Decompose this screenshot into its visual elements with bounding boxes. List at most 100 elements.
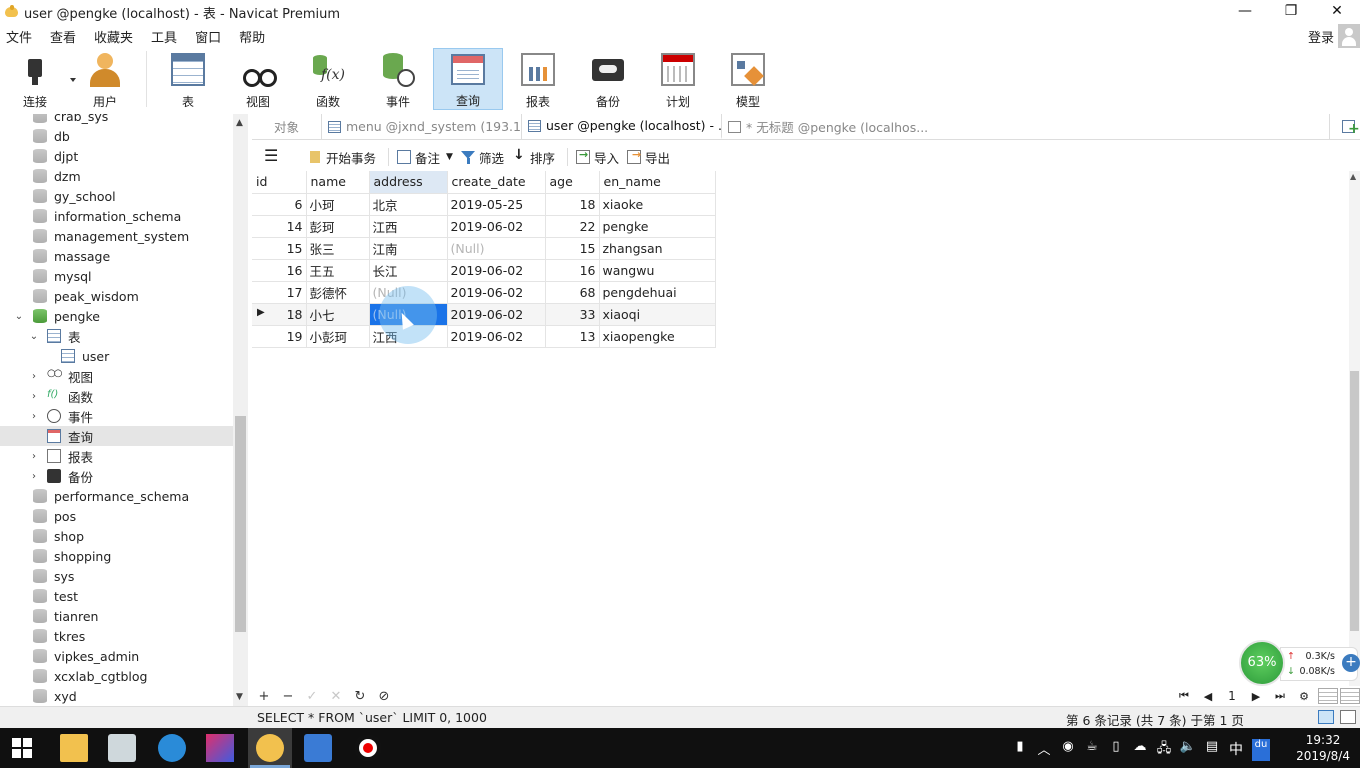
table-row[interactable]: 16 王五 长江 2019-06-02 16 wangwu [252, 259, 716, 282]
cell-age[interactable]: 15 [545, 237, 600, 260]
tree-db-xcxlab-cgtblog[interactable]: xcxlab_cgtblog [0, 666, 248, 686]
accelerate-plus-icon[interactable]: + [1342, 654, 1360, 672]
tree-node-tables[interactable]: ⌄ 表 [0, 326, 248, 346]
chevron-right-icon[interactable]: › [29, 451, 39, 462]
cell-en-name[interactable]: xiaoke [599, 193, 716, 216]
toolbar-view-button[interactable]: 视图 [223, 48, 293, 110]
toolbar-user-button[interactable]: 用户 [70, 48, 140, 110]
cell-en-name[interactable]: pengke [599, 215, 716, 238]
minimize-button[interactable]: — [1222, 0, 1268, 24]
cloud-icon[interactable]: ☁ [1128, 739, 1152, 761]
scroll-down-icon[interactable]: ▼ [236, 692, 243, 702]
first-page-icon[interactable]: ⏮ [1172, 689, 1196, 703]
tree-db-xyd[interactable]: xyd [0, 686, 248, 706]
chevron-right-icon[interactable]: › [29, 391, 39, 402]
cell-age[interactable]: 16 [545, 259, 600, 282]
scroll-up-icon[interactable]: ▲ [1350, 172, 1356, 181]
table-row[interactable]: 15 张三 江南 (Null) 15 zhangsan [252, 237, 716, 260]
tree-node-functions[interactable]: › 函数 [0, 386, 248, 406]
tree-db-pengke[interactable]: ⌄ pengke [0, 306, 248, 326]
discard-changes-icon[interactable]: ✕ [324, 689, 348, 704]
chevron-right-icon[interactable]: › [29, 371, 39, 382]
system-clock[interactable]: 19:32 2019/8/4 [1296, 732, 1350, 764]
tray-app-icon[interactable]: ☕ [1080, 739, 1104, 761]
tree-node-reports[interactable]: › 报表 [0, 446, 248, 466]
add-record-icon[interactable]: + [252, 689, 276, 704]
tree-db-tkres[interactable]: tkres [0, 626, 248, 646]
tree-db-shop[interactable]: shop [0, 526, 248, 546]
visual-studio-icon[interactable] [304, 734, 332, 762]
tree-node-backups[interactable]: › 备份 [0, 466, 248, 486]
layout-left-panel-icon[interactable] [1318, 710, 1334, 724]
cell-address[interactable]: 北京 [369, 193, 448, 216]
cell-name[interactable]: 王五 [306, 259, 370, 282]
cell-id[interactable]: 19 [252, 325, 307, 348]
volume-icon[interactable]: 🔈 [1176, 739, 1200, 761]
tree-db-db[interactable]: db [0, 126, 248, 146]
toolbar-report-button[interactable]: 报表 [503, 48, 573, 110]
tree-db-gy-school[interactable]: gy_school [0, 186, 248, 206]
tree-db-management-system[interactable]: management_system [0, 226, 248, 246]
begin-transaction-button[interactable]: 开始事务 [308, 148, 376, 167]
cell-name[interactable]: 张三 [306, 237, 370, 260]
cell-en-name[interactable]: pengdehuai [599, 281, 716, 304]
cell-id[interactable]: ▶ 18 [252, 303, 307, 326]
column-header-age[interactable]: age [545, 171, 600, 194]
cell-age[interactable]: 18 [545, 193, 600, 216]
battery-icon[interactable]: ▮ [1008, 739, 1032, 761]
import-button[interactable]: 导入 [575, 148, 619, 167]
toolbar-function-button[interactable]: 函数 [293, 48, 363, 110]
sidebar-scrollbar[interactable]: ▲ ▼ [233, 114, 248, 706]
menu-window[interactable]: 窗口 [189, 27, 229, 46]
restore-button[interactable]: ❐ [1268, 0, 1314, 24]
toolbar-table-button[interactable]: 表 [153, 48, 223, 110]
tab-objects[interactable]: 对象 [252, 114, 322, 139]
tablet-icon[interactable]: ▯ [1104, 739, 1128, 761]
column-header-create-date[interactable]: create_date [447, 171, 546, 194]
page-number[interactable]: 1 [1220, 689, 1244, 703]
form-view-icon[interactable] [1340, 688, 1360, 704]
tab-untitled-query[interactable]: * 无标题 @pengke (localhos... [722, 114, 1330, 139]
cell-name[interactable]: 彭珂 [306, 215, 370, 238]
cell-age[interactable]: 22 [545, 215, 600, 238]
cell-create-date[interactable]: 2019-06-02 [447, 259, 546, 282]
scrollbar-thumb[interactable] [235, 416, 246, 632]
apply-changes-icon[interactable]: ✓ [300, 689, 324, 704]
chevron-right-icon[interactable]: › [29, 471, 39, 482]
intellij-idea-icon[interactable] [206, 734, 234, 762]
cell-create-date[interactable]: 2019-06-02 [447, 281, 546, 304]
sort-button[interactable]: 排序 [512, 147, 555, 167]
tree-node-queries[interactable]: 查询 [0, 426, 248, 446]
tree-node-views[interactable]: › 视图 [0, 366, 248, 386]
column-header-en-name[interactable]: en_name [599, 171, 716, 194]
menu-view[interactable]: 查看 [44, 27, 84, 46]
menu-tools[interactable]: 工具 [145, 27, 185, 46]
cell-address[interactable]: 江南 [369, 237, 448, 260]
cell-en-name[interactable]: xiaopengke [599, 325, 716, 348]
network-icon[interactable]: 🖧 [1152, 739, 1176, 761]
close-button[interactable]: ✕ [1314, 0, 1360, 24]
screen-recorder-icon[interactable] [354, 734, 382, 762]
cell-address[interactable]: (Null) [369, 281, 448, 304]
toolbar-backup-button[interactable]: 备份 [573, 48, 643, 110]
windows-start-icon[interactable] [12, 738, 32, 758]
grid-view-icon[interactable] [1318, 688, 1338, 704]
tree-db-mysql[interactable]: mysql [0, 266, 248, 286]
note-button[interactable]: 备注 ▼ [397, 148, 453, 167]
cell-name[interactable]: 小珂 [306, 193, 370, 216]
cell-create-date[interactable]: (Null) [447, 237, 546, 260]
toolbar-connect-button[interactable]: 连接 [0, 48, 76, 110]
cell-id[interactable]: 6 [252, 193, 307, 216]
grid-menu-button[interactable] [264, 146, 282, 165]
tree-db-test[interactable]: test [0, 586, 248, 606]
vmware-icon[interactable] [108, 734, 136, 762]
export-button[interactable]: 导出 [627, 148, 670, 167]
cell-create-date[interactable]: 2019-06-02 [447, 325, 546, 348]
table-row[interactable]: 6 小珂 北京 2019-05-25 18 xiaoke [252, 193, 716, 216]
table-row[interactable]: 14 彭珂 江西 2019-06-02 22 pengke [252, 215, 716, 238]
cell-id[interactable]: 17 [252, 281, 307, 304]
file-explorer-icon[interactable] [60, 734, 88, 762]
tree-table-user[interactable]: user [0, 346, 248, 366]
cell-create-date[interactable]: 2019-05-25 [447, 193, 546, 216]
refresh-icon[interactable]: ↻ [348, 689, 372, 704]
